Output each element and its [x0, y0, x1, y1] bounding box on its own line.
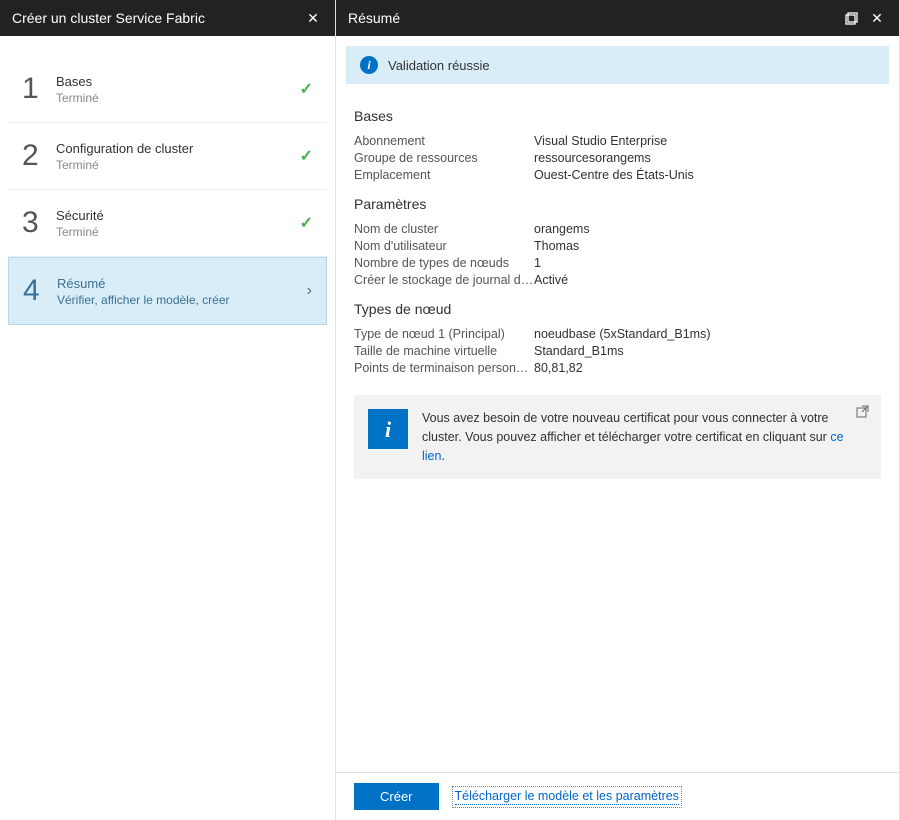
summary-label: Taille de machine virtuelle — [354, 344, 534, 358]
summary-row: Points de terminaison personn… 80,81,82 — [354, 361, 881, 375]
popout-icon[interactable] — [856, 405, 869, 424]
summary-row: Groupe de ressources ressourcesorangems — [354, 151, 881, 165]
info-icon: i — [360, 56, 378, 74]
summary-blade: Résumé ✕ i Validation réussie Bases Abon… — [336, 0, 900, 820]
summary-row: Emplacement Ouest-Centre des États-Unis — [354, 168, 881, 182]
step-text: Résumé Vérifier, afficher le modèle, cré… — [57, 276, 307, 307]
check-icon: ✓ — [300, 146, 313, 166]
summary-body: i Validation réussie Bases Abonnement Vi… — [336, 36, 899, 820]
certificate-info-text: Vous avez besoin de votre nouveau certif… — [422, 409, 867, 465]
section-title-bases: Bases — [354, 108, 881, 124]
wizard-step-security[interactable]: 3 Sécurité Terminé ✓ — [8, 190, 327, 257]
check-icon: ✓ — [300, 213, 313, 233]
summary-value: Activé — [534, 273, 568, 287]
wizard-blade: Créer un cluster Service Fabric ✕ 1 Base… — [0, 0, 336, 820]
summary-label: Emplacement — [354, 168, 534, 182]
close-icon[interactable]: ✕ — [303, 8, 323, 28]
summary-value: 1 — [534, 256, 541, 270]
step-number: 4 — [23, 274, 57, 308]
step-number: 1 — [22, 72, 56, 106]
summary-label: Créer le stockage de journal d'a… — [354, 273, 534, 287]
summary-value: Thomas — [534, 239, 579, 253]
step-name: Résumé — [57, 276, 307, 291]
summary-row: Nom d'utilisateur Thomas — [354, 239, 881, 253]
validation-bar: i Validation réussie — [346, 46, 889, 84]
section-title-parametres: Paramètres — [354, 196, 881, 212]
summary-value: ressourcesorangems — [534, 151, 651, 165]
step-text: Configuration de cluster Terminé — [56, 141, 300, 172]
step-name: Bases — [56, 74, 300, 89]
summary-value: Ouest-Centre des États-Unis — [534, 168, 694, 182]
summary-row: Nom de cluster orangems — [354, 222, 881, 236]
step-text: Bases Terminé — [56, 74, 300, 105]
step-text: Sécurité Terminé — [56, 208, 300, 239]
summary-row: Nombre de types de nœuds 1 — [354, 256, 881, 270]
close-icon[interactable]: ✕ — [867, 8, 887, 28]
summary-label: Type de nœud 1 (Principal) — [354, 327, 534, 341]
summary-row: Taille de machine virtuelle Standard_B1m… — [354, 344, 881, 358]
blade-header-left: Créer un cluster Service Fabric ✕ — [0, 0, 335, 36]
summary-content: Bases Abonnement Visual Studio Enterpris… — [336, 94, 899, 772]
section-title-types: Types de nœud — [354, 301, 881, 317]
restore-icon[interactable] — [841, 8, 861, 28]
step-number: 2 — [22, 139, 56, 173]
blade-title-right: Résumé — [348, 10, 835, 26]
create-button[interactable]: Créer — [354, 783, 439, 810]
summary-label: Nom d'utilisateur — [354, 239, 534, 253]
certificate-info-box: i Vous avez besoin de votre nouveau cert… — [354, 395, 881, 479]
summary-value: noeudbase (5xStandard_B1ms) — [534, 327, 711, 341]
wizard-step-bases[interactable]: 1 Bases Terminé ✓ — [8, 56, 327, 123]
download-template-link[interactable]: Télécharger le modèle et les paramètres — [455, 789, 679, 805]
summary-label: Groupe de ressources — [354, 151, 534, 165]
summary-label: Nombre de types de nœuds — [354, 256, 534, 270]
summary-row: Type de nœud 1 (Principal) noeudbase (5x… — [354, 327, 881, 341]
step-subtitle: Terminé — [56, 91, 300, 105]
summary-value: orangems — [534, 222, 590, 236]
summary-label: Nom de cluster — [354, 222, 534, 236]
blade-footer: Créer Télécharger le modèle et les param… — [336, 772, 899, 820]
summary-row: Créer le stockage de journal d'a… Activé — [354, 273, 881, 287]
summary-label: Points de terminaison personn… — [354, 361, 534, 375]
chevron-right-icon: › — [307, 282, 312, 300]
step-subtitle: Terminé — [56, 225, 300, 239]
summary-value: 80,81,82 — [534, 361, 583, 375]
wizard-step-summary[interactable]: 4 Résumé Vérifier, afficher le modèle, c… — [8, 257, 327, 325]
step-name: Configuration de cluster — [56, 141, 300, 156]
check-icon: ✓ — [300, 79, 313, 99]
wizard-step-cluster-config[interactable]: 2 Configuration de cluster Terminé ✓ — [8, 123, 327, 190]
step-subtitle: Vérifier, afficher le modèle, créer — [57, 293, 307, 307]
step-subtitle: Terminé — [56, 158, 300, 172]
step-name: Sécurité — [56, 208, 300, 223]
blade-title-left: Créer un cluster Service Fabric — [12, 10, 297, 26]
summary-label: Abonnement — [354, 134, 534, 148]
summary-value: Visual Studio Enterprise — [534, 134, 667, 148]
blade-header-right: Résumé ✕ — [336, 0, 899, 36]
summary-value: Standard_B1ms — [534, 344, 624, 358]
validation-text: Validation réussie — [388, 58, 490, 73]
summary-row: Abonnement Visual Studio Enterprise — [354, 134, 881, 148]
info-icon: i — [368, 409, 408, 449]
step-number: 3 — [22, 206, 56, 240]
wizard-steps: 1 Bases Terminé ✓ 2 Configuration de clu… — [0, 36, 335, 325]
